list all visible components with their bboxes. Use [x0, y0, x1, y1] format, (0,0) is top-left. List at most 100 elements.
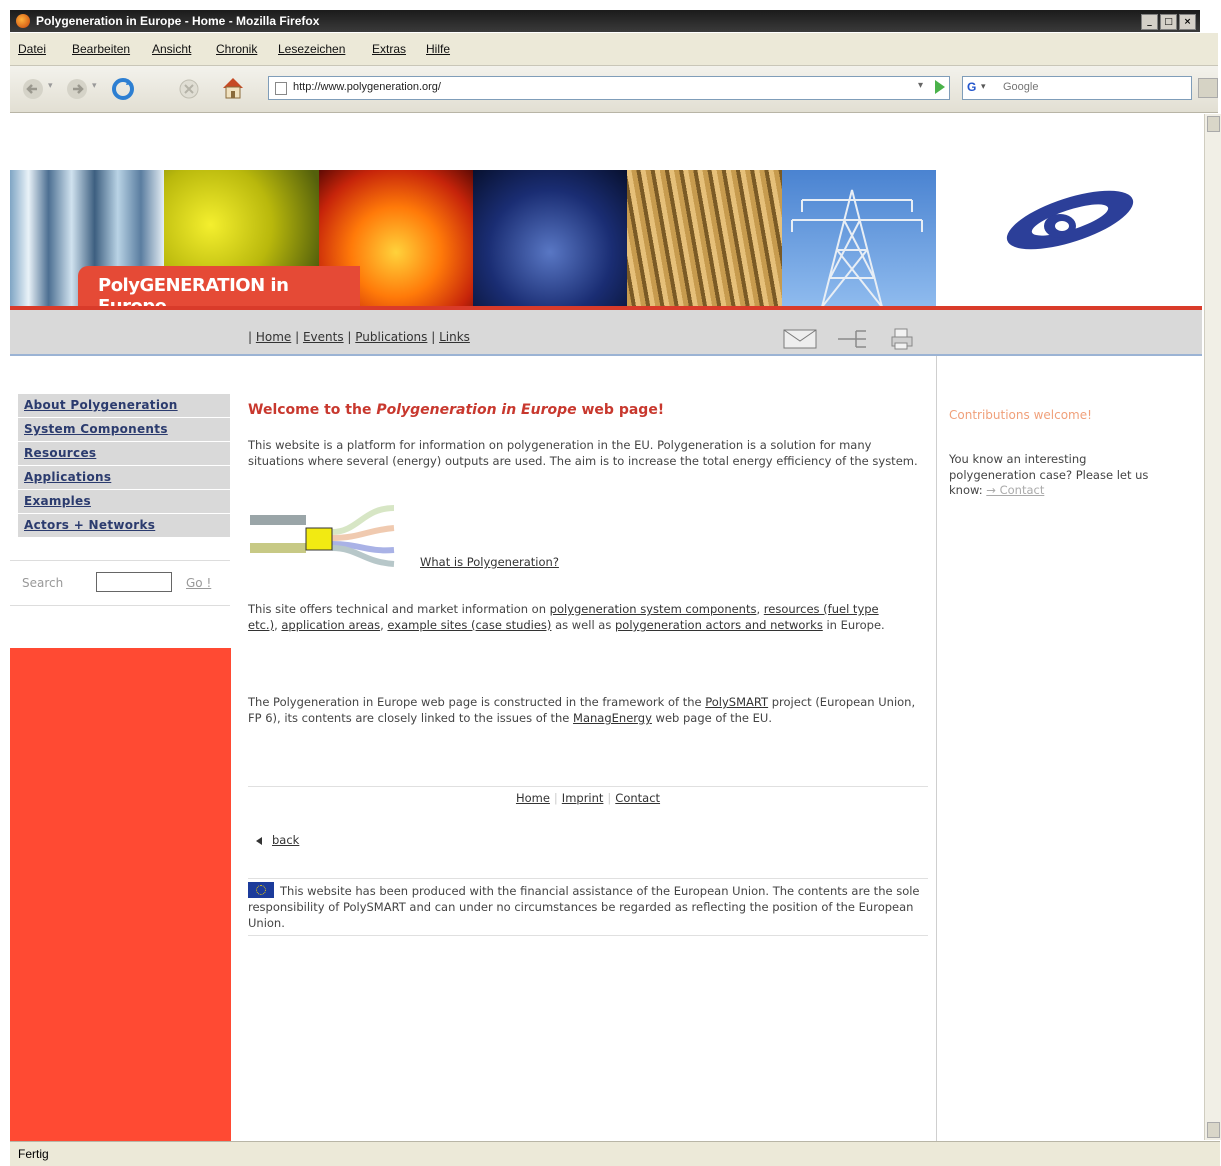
navigation-toolbar: ▾ ▾ http://www.polygeneration.org/ ▾ G ▾ [10, 66, 1218, 113]
menu-extras[interactable]: Extras [372, 42, 406, 56]
sidebar-item-system-components[interactable]: System Components [18, 418, 230, 442]
search-input[interactable] [96, 572, 172, 592]
menu-bar: Datei Bearbeiten Ansicht Chronik Lesezei… [10, 33, 1218, 66]
page-title-italic: Polygeneration in Europe [376, 402, 577, 418]
actors-networks-link[interactable]: polygeneration actors and networks [615, 618, 823, 632]
banner-image-water [472, 170, 628, 307]
eu-disclaimer: This website has been produced with the … [248, 878, 928, 936]
window-title: Polygeneration in Europe - Home - Mozill… [36, 14, 320, 28]
disclaimer-text: This website has been produced with the … [248, 884, 920, 930]
menu-ansicht[interactable]: Ansicht [152, 42, 191, 56]
contributions-heading: Contributions welcome! [949, 408, 1092, 422]
menu-chronik[interactable]: Chronik [216, 42, 257, 56]
google-icon[interactable]: G [967, 80, 976, 94]
offers-text-5: as well as [551, 618, 615, 632]
offers-text-6: in Europe. [822, 618, 885, 632]
menu-datei[interactable]: Datei [18, 42, 46, 56]
topnav-publications-link[interactable]: Publications [355, 330, 427, 344]
search-label: Search [22, 576, 64, 590]
home-icon[interactable] [220, 75, 246, 101]
intro-paragraph: This website is a platform for informati… [248, 438, 918, 468]
banner-image-wheat [627, 170, 782, 307]
polysmart-link[interactable]: PolySMART [705, 695, 768, 709]
system-components-link[interactable]: polygeneration system components [550, 602, 757, 616]
go-arrow-icon[interactable] [935, 80, 945, 94]
search-engine-input[interactable] [1001, 80, 1185, 94]
banner-image-power-tower [781, 170, 936, 307]
firefox-logo-icon [16, 14, 30, 28]
fp6-logo-icon [1006, 190, 1134, 250]
url-dropdown-icon[interactable]: ▾ [918, 80, 923, 91]
status-text: Fertig [18, 1147, 49, 1161]
forward-arrow-icon[interactable] [66, 78, 88, 100]
sitemap-icon[interactable] [836, 328, 870, 350]
framework-paragraph: The Polygeneration in Europe web page is… [248, 694, 928, 726]
topnav-home-link[interactable]: Home [256, 330, 291, 344]
contact-link[interactable]: → Contact [986, 483, 1044, 497]
close-button[interactable]: × [1179, 14, 1196, 30]
sidebar-item-about-polygeneration[interactable]: About Polygeneration [18, 394, 230, 418]
sidebar-nav: About Polygeneration System Components R… [18, 394, 230, 538]
menu-hilfe[interactable]: Hilfe [426, 42, 450, 56]
back-arrow-icon[interactable] [22, 78, 44, 100]
vertical-scrollbar[interactable] [1204, 114, 1221, 1140]
window-controls: _ □ × [1139, 13, 1196, 30]
page-title: Welcome to the Polygeneration in Europe … [248, 402, 664, 418]
back-dropdown-icon[interactable]: ▾ [48, 81, 53, 91]
footer-nav: Home | Imprint | Contact [248, 786, 928, 806]
page-title-post: web page! [576, 402, 665, 418]
top-nav: | Home | Events | Publications | Links [248, 330, 470, 344]
example-sites-link[interactable]: example sites (case studies) [387, 618, 551, 632]
footer-contact-link[interactable]: Contact [615, 791, 660, 805]
url-bar[interactable]: http://www.polygeneration.org/ ▾ [268, 76, 950, 100]
what-is-polygeneration-link[interactable]: What is Polygeneration? [420, 554, 559, 570]
menu-bearbeiten[interactable]: Bearbeiten [72, 42, 130, 56]
page-title-pre: Welcome to the [248, 402, 377, 418]
sidebar-item-actors-networks[interactable]: Actors + Networks [18, 514, 230, 538]
forward-dropdown-icon[interactable]: ▾ [92, 81, 97, 91]
back-arrow-icon[interactable] [256, 836, 262, 845]
back-link[interactable]: back [272, 833, 299, 847]
url-text[interactable]: http://www.polygeneration.org/ [293, 81, 441, 93]
scroll-down-button[interactable] [1207, 1122, 1220, 1138]
footer-home-link[interactable]: Home [516, 791, 550, 805]
print-icon[interactable] [890, 328, 914, 350]
back-link-row: back [256, 832, 299, 848]
topnav-events-link[interactable]: Events [303, 330, 344, 344]
search-go-button[interactable] [1198, 78, 1218, 98]
minimize-button[interactable]: _ [1141, 14, 1158, 30]
sidebar-item-resources[interactable]: Resources [18, 442, 230, 466]
managenergy-link[interactable]: ManagEnergy [573, 711, 652, 725]
application-areas-link[interactable]: application areas [281, 618, 380, 632]
status-bar: Fertig [10, 1141, 1220, 1166]
right-sidebar: Contributions welcome! You know an inter… [936, 356, 1203, 1141]
offers-paragraph: This site offers technical and market in… [248, 601, 888, 633]
search-go-link[interactable]: Go ! [186, 576, 211, 590]
contributions-text: You know an interesting polygeneration c… [949, 452, 1159, 499]
mail-icon[interactable] [782, 328, 818, 350]
offers-text-2: , [756, 602, 764, 616]
footer-imprint-link[interactable]: Imprint [562, 791, 604, 805]
menu-lesezeichen[interactable]: Lesezeichen [278, 42, 345, 56]
top-navigation-bar: | Home | Events | Publications | Links [10, 310, 1202, 356]
offers-text-1: This site offers technical and market in… [248, 602, 550, 616]
sidebar-item-examples[interactable]: Examples [18, 490, 230, 514]
eu-flag-icon [248, 882, 274, 898]
window-titlebar: Polygeneration in Europe - Home - Mozill… [10, 10, 1200, 32]
power-tower-icon [790, 189, 923, 307]
site-title-banner: PolyGENERATION in Europe [78, 266, 360, 317]
topnav-links-link[interactable]: Links [439, 330, 470, 344]
site-search: Search Go ! [10, 560, 230, 606]
sidebar-item-applications[interactable]: Applications [18, 466, 230, 490]
framework-text-3: web page of the EU. [651, 711, 772, 725]
page-icon [275, 82, 287, 95]
contributions-body: You know an interesting polygeneration c… [949, 452, 1149, 497]
reload-icon[interactable] [110, 76, 136, 102]
search-engine-dropdown-icon[interactable]: ▾ [981, 82, 986, 92]
framework-text-1: The Polygeneration in Europe web page is… [248, 695, 706, 709]
sidebar-red-panel [10, 648, 231, 1141]
search-engine-box[interactable]: G ▾ [962, 76, 1192, 100]
scroll-up-button[interactable] [1207, 116, 1220, 132]
maximize-button[interactable]: □ [1160, 14, 1177, 30]
stop-icon[interactable] [178, 78, 200, 100]
